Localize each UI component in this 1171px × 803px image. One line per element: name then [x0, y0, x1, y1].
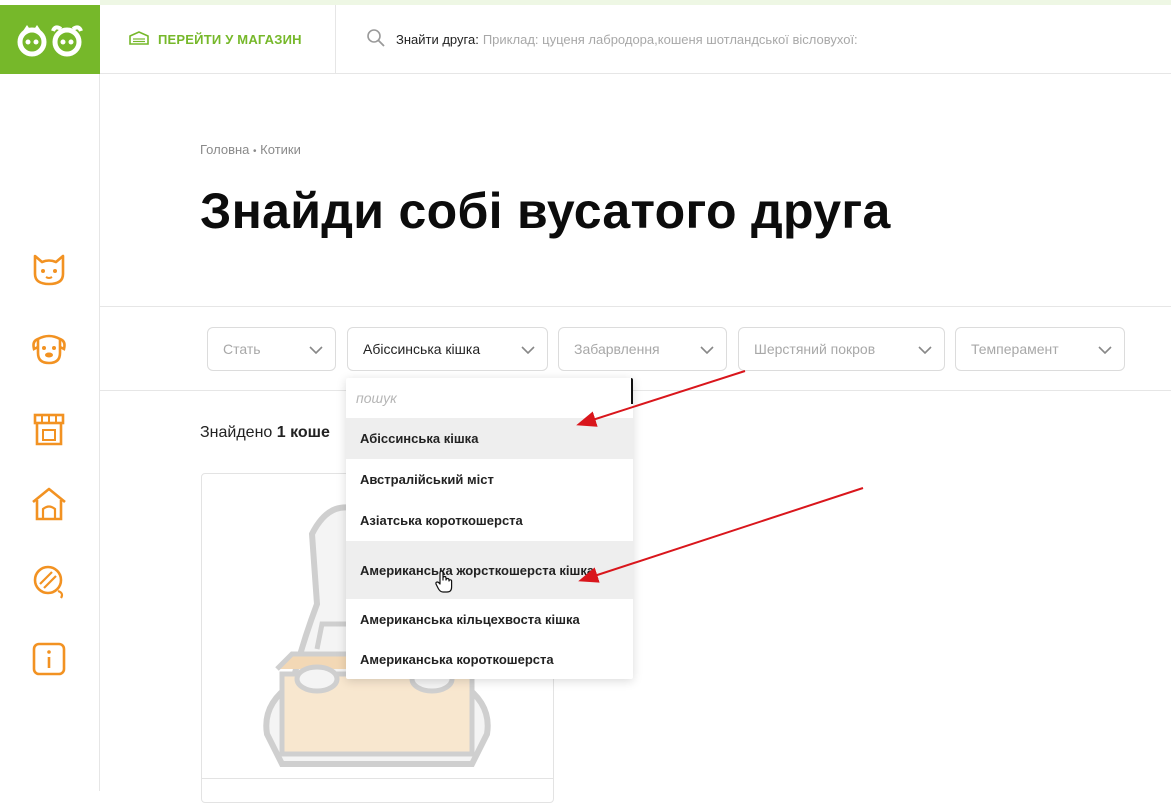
results-count-value: 1 коше [276, 424, 330, 441]
filter-color[interactable]: Забарвлення [558, 327, 727, 371]
go-to-shop-link[interactable]: ПЕРЕЙТИ У МАГАЗИН [100, 5, 336, 74]
chevron-down-icon [1098, 341, 1112, 357]
page-title: Знайди собі вусатого друга [200, 183, 891, 239]
dropdown-search-input[interactable] [356, 390, 606, 406]
logo-mark [17, 24, 83, 56]
store-icon [128, 30, 150, 49]
logo[interactable] [0, 5, 100, 74]
filter-coat-label: Шерстяний покров [754, 341, 876, 357]
breed-dropdown: Абіссинська кішка Австралійський міст Аз… [346, 378, 633, 679]
chevron-down-icon [918, 341, 932, 357]
text-caret [631, 378, 633, 404]
filter-gender[interactable]: Стать [207, 327, 336, 371]
filter-coat[interactable]: Шерстяний покров [738, 327, 945, 371]
breadcrumb: Головна • Котики [200, 142, 301, 157]
breadcrumb-current: Котики [260, 142, 301, 157]
search-icon [366, 28, 386, 51]
ball-icon[interactable] [30, 562, 68, 600]
dropdown-option[interactable]: Азіатська короткошерста [346, 500, 633, 541]
chevron-down-icon [309, 341, 323, 357]
friend-search: Знайти друга: [366, 5, 1003, 74]
card-divider [202, 778, 553, 779]
filter-color-label: Забарвлення [574, 341, 660, 357]
dropdown-option-hovered[interactable]: Американська жорсткошерста кішка [346, 541, 633, 599]
info-icon[interactable] [30, 640, 68, 678]
breadcrumb-home[interactable]: Головна [200, 142, 249, 157]
filter-gender-label: Стать [223, 341, 261, 357]
dropdown-option[interactable]: Австралійський міст [346, 459, 633, 500]
sidebar [0, 74, 100, 791]
shop-icon[interactable] [30, 410, 68, 448]
filter-temperament[interactable]: Темперамент [955, 327, 1125, 371]
results-prefix: Знайдено [200, 424, 273, 441]
filter-breed-label: Абіссинська кішка [363, 341, 481, 357]
search-label: Знайти друга: [396, 32, 479, 47]
search-input[interactable] [482, 32, 1003, 47]
dropdown-search [346, 378, 633, 418]
filters-bar: Стать Абіссинська кішка Забарвлення Шерс… [100, 306, 1171, 391]
hand-cursor-icon [434, 570, 454, 598]
cat-icon[interactable] [30, 250, 68, 288]
filter-breed[interactable]: Абіссинська кішка [347, 327, 548, 371]
breadcrumb-separator: • [253, 146, 257, 157]
shelter-icon[interactable] [30, 485, 68, 523]
dog-icon[interactable] [30, 329, 68, 367]
results-count: Знайдено 1 коше [200, 424, 330, 442]
filter-temperament-label: Темперамент [971, 341, 1059, 357]
dropdown-option-selected[interactable]: Абіссинська кішка [346, 418, 633, 459]
header: ПЕРЕЙТИ У МАГАЗИН Знайти друга: [100, 5, 1171, 74]
chevron-down-icon [700, 341, 714, 357]
chevron-down-icon [521, 341, 535, 357]
dropdown-option[interactable]: Американська короткошерста [346, 640, 633, 679]
go-to-shop-label: ПЕРЕЙТИ У МАГАЗИН [158, 32, 302, 47]
dropdown-option[interactable]: Американська кільцехвоста кішка [346, 599, 633, 640]
